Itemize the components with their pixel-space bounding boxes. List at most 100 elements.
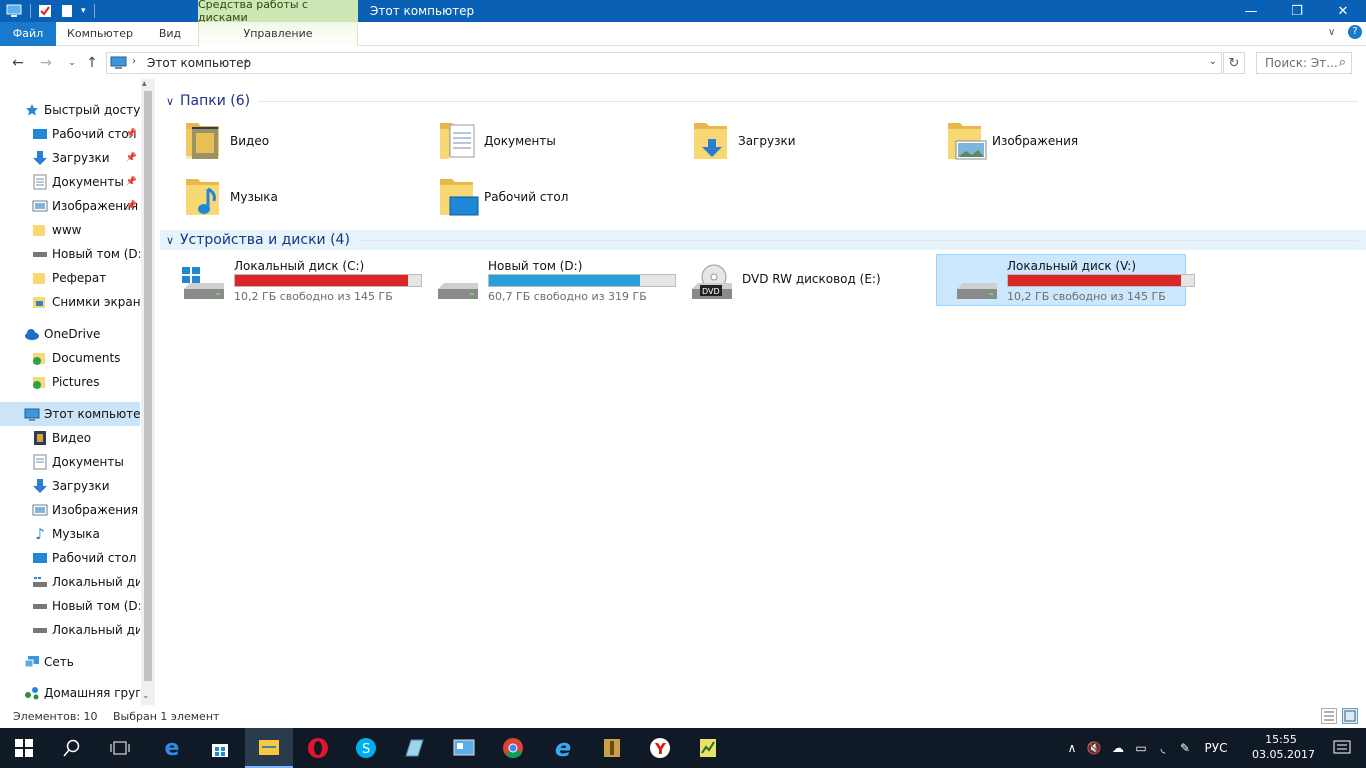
tab-manage[interactable]: Управление <box>198 22 358 46</box>
sidebar-item-screenshots[interactable]: Снимки экрана <box>0 290 140 314</box>
help-icon[interactable]: ? <box>1348 25 1362 39</box>
sidebar-item-onedrive-pictures[interactable]: Pictures <box>0 370 140 394</box>
folder-item-music[interactable]: Музыка <box>160 170 410 224</box>
sidebar-item-pc-drive-d[interactable]: Новый том (D:) <box>0 594 140 618</box>
sidebar-item-quick-access[interactable]: Быстрый доступ <box>0 98 140 122</box>
drive-item-c[interactable]: Локальный диск (C:) 10,2 ГБ свободно из … <box>164 255 422 307</box>
action-center-button[interactable] <box>1318 728 1366 768</box>
close-button[interactable]: ✕ <box>1320 0 1366 22</box>
drive-item-d[interactable]: Новый том (D:) 60,7 ГБ свободно из 319 Г… <box>418 255 676 307</box>
task-view-button[interactable] <box>96 728 144 768</box>
taskbar-explorer[interactable] <box>245 728 293 768</box>
sidebar-item-documents[interactable]: Документы 📌 <box>0 170 140 194</box>
computer-icon[interactable] <box>6 4 22 18</box>
refresh-icon: ↻ <box>1228 55 1240 71</box>
chevron-right-icon[interactable]: › <box>245 56 249 67</box>
desktop-icon <box>32 550 48 566</box>
tab-computer[interactable]: Компьютер <box>62 22 138 46</box>
drive-item-v[interactable]: Локальный диск (V:) 10,2 ГБ свободно из … <box>936 254 1195 306</box>
search-button[interactable] <box>48 728 96 768</box>
separator <box>93 4 95 18</box>
sidebar-item-drive-d[interactable]: Новый том (D:) <box>0 242 140 266</box>
taskbar-skype[interactable]: S <box>342 728 390 768</box>
minimize-button[interactable]: — <box>1228 0 1274 22</box>
taskbar-yandex[interactable]: Y <box>636 728 684 768</box>
chevron-right-icon[interactable]: › <box>132 56 136 67</box>
group-header-folders[interactable]: ∨ Папки (6) <box>160 91 1366 111</box>
tab-file[interactable]: Файл <box>0 22 56 46</box>
tab-view[interactable]: Вид <box>150 22 190 46</box>
customize-toolbar-icon[interactable]: ▾ <box>81 6 86 16</box>
recent-locations-button[interactable]: ⌄ <box>62 53 82 73</box>
battery-icon[interactable]: ▭ <box>1130 741 1152 755</box>
sidebar-item-referat[interactable]: Реферат <box>0 266 140 290</box>
show-hidden-icons-icon[interactable]: ∧ <box>1062 741 1082 755</box>
taskbar-opera[interactable] <box>294 728 342 768</box>
item-count: Элементов: 10 <box>13 710 98 723</box>
up-button[interactable]: ↑ <box>82 53 102 73</box>
refresh-button[interactable]: ↻ <box>1223 52 1245 74</box>
taskbar-app-notes[interactable] <box>390 728 438 768</box>
taskbar-app-monitor[interactable] <box>684 728 732 768</box>
onedrive-cloud-icon[interactable]: ☁ <box>1106 741 1130 755</box>
sidebar-item-label: Музыка <box>52 527 100 541</box>
folder-item-pictures[interactable]: Изображения <box>922 114 1172 168</box>
sidebar-item-desktop[interactable]: Рабочий стол 📌 <box>0 122 140 146</box>
taskbar-edge[interactable]: e <box>148 728 196 768</box>
new-folder-icon[interactable] <box>59 4 75 18</box>
clock-time: 15:55 <box>1265 733 1297 746</box>
input-language[interactable]: РУС <box>1196 741 1236 755</box>
sidebar-item-pc-desktop[interactable]: Рабочий стол <box>0 546 140 570</box>
scroll-down-icon[interactable]: ⌄ <box>142 691 150 701</box>
sidebar-item-videos[interactable]: Видео <box>0 426 140 450</box>
taskbar-internet-explorer[interactable]: e <box>539 728 587 768</box>
sidebar-scrollbar[interactable]: ▴ ⌄ <box>141 79 155 705</box>
scroll-up-icon[interactable]: ▴ <box>142 79 147 89</box>
sidebar-item-onedrive-documents[interactable]: Documents <box>0 346 140 370</box>
taskbar-clock[interactable]: 15:55 03.05.2017 <box>1252 732 1315 762</box>
sidebar-item-pc-downloads[interactable]: Загрузки <box>0 474 140 498</box>
volume-muted-icon[interactable]: 🔇 <box>1082 741 1106 755</box>
folder-item-desktop[interactable]: Рабочий стол <box>414 170 664 224</box>
taskbar-store[interactable] <box>196 728 244 768</box>
sidebar-item-drive-c[interactable]: Локальный диск (C:) <box>0 570 140 594</box>
maximize-button[interactable]: ❐ <box>1274 0 1320 22</box>
sidebar-item-www[interactable]: www <box>0 218 140 242</box>
drive-usage-bar <box>234 274 422 287</box>
picture-icon <box>32 198 48 214</box>
drive-item-dvd[interactable]: DVD DVD RW дисковод (E:) <box>672 255 922 307</box>
large-icons-view-button[interactable] <box>1342 708 1358 724</box>
system-drive-icon <box>32 574 48 590</box>
folder-item-downloads[interactable]: Загрузки <box>668 114 918 168</box>
sidebar-item-homegroup[interactable]: Домашняя группа <box>0 681 140 705</box>
sidebar-item-downloads[interactable]: Загрузки 📌 <box>0 146 140 170</box>
chevron-down-icon[interactable]: ⌄ <box>1209 56 1217 67</box>
sidebar-item-drive-v[interactable]: Локальный диск (V:) <box>0 618 140 642</box>
sidebar-item-pc-documents[interactable]: Документы <box>0 450 140 474</box>
group-header-devices[interactable]: ∨ Устройства и диски (4) <box>160 230 1366 250</box>
sidebar-item-network[interactable]: Сеть <box>0 650 140 674</box>
sidebar-item-pictures[interactable]: Изображения 📌 <box>0 194 140 218</box>
search-input[interactable]: Поиск: Эт... ⌕ <box>1256 52 1352 74</box>
sidebar-item-pc-pictures[interactable]: Изображения <box>0 498 140 522</box>
expand-ribbon-icon[interactable]: ∨ <box>1328 27 1335 38</box>
sidebar-item-this-pc[interactable]: Этот компьютер <box>0 402 140 426</box>
details-view-button[interactable] <box>1321 708 1337 724</box>
taskbar-app-control-panel[interactable] <box>440 728 488 768</box>
forward-button[interactable]: → <box>36 53 56 73</box>
back-button[interactable]: ← <box>8 53 28 73</box>
start-button[interactable] <box>0 728 48 768</box>
taskbar-archiver[interactable] <box>588 728 636 768</box>
wifi-icon[interactable]: ◟ <box>1152 741 1174 755</box>
sidebar-item-music[interactable]: ♪ Музыка <box>0 522 140 546</box>
sidebar-item-onedrive[interactable]: OneDrive <box>0 322 140 346</box>
folder-item-videos[interactable]: Видео <box>160 114 410 168</box>
properties-icon[interactable] <box>37 4 53 18</box>
pen-icon[interactable]: ✎ <box>1174 741 1196 755</box>
sidebar-item-label: Новый том (D:) <box>52 247 140 261</box>
breadcrumb[interactable]: Этот компьютер <box>147 56 251 70</box>
address-bar[interactable]: › Этот компьютер › ⌄ <box>106 52 1222 74</box>
scrollbar-thumb[interactable] <box>144 91 152 681</box>
taskbar-chrome[interactable] <box>489 728 537 768</box>
folder-item-documents[interactable]: Документы <box>414 114 664 168</box>
